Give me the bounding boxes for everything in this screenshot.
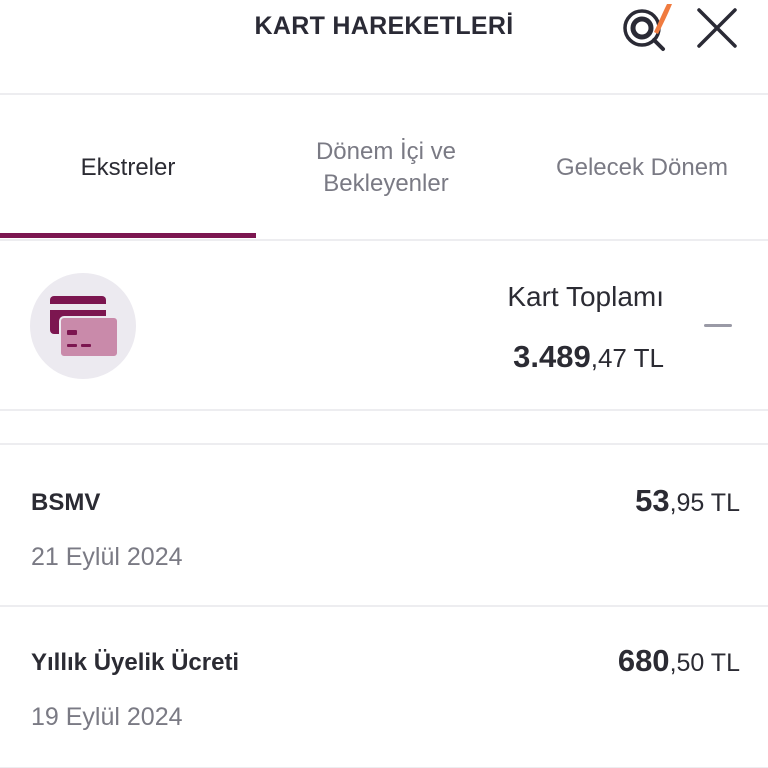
tab-ekstreler[interactable]: Ekstreler bbox=[0, 97, 256, 239]
list-item[interactable]: Yıllık Üyelik Ücreti 19 Eylül 2024 680,5… bbox=[0, 607, 768, 768]
tab-label: Dönem İçi ve Bekleyenler bbox=[316, 136, 456, 200]
tab-label-line1: Dönem İçi ve bbox=[315, 138, 457, 165]
transaction-title: BSMV bbox=[31, 489, 101, 516]
card-total-label: Kart Toplamı bbox=[507, 281, 664, 312]
active-tab-indicator bbox=[0, 233, 256, 238]
amount-integer: 3.489 bbox=[513, 339, 591, 374]
tab-label: Ekstreler bbox=[80, 154, 176, 181]
close-icon bbox=[697, 8, 737, 48]
transaction-title: Yıllık Üyelik Ücreti bbox=[31, 649, 240, 676]
tab-bar: Ekstreler Dönem İçi ve Bekleyenler Gelec… bbox=[0, 97, 768, 241]
amount-decimal: ,95 TL bbox=[669, 489, 740, 517]
header-bar: KART HAREKETLERİ bbox=[0, 0, 768, 95]
transaction-amount: 53,95 TL bbox=[635, 483, 740, 519]
tab-label: Gelecek Dönem bbox=[555, 154, 729, 181]
card-total-panel[interactable]: Kart Toplamı 3.489,47 TL bbox=[0, 243, 768, 411]
search-icon bbox=[623, 4, 672, 51]
tab-gelecek-donem[interactable]: Gelecek Dönem bbox=[516, 97, 768, 239]
amount-integer: 53 bbox=[635, 483, 670, 518]
collapse-button[interactable] bbox=[702, 313, 734, 337]
close-button[interactable] bbox=[694, 5, 740, 51]
section-divider bbox=[0, 413, 768, 445]
amount-decimal: ,50 TL bbox=[669, 649, 740, 677]
search-button[interactable] bbox=[620, 4, 672, 54]
tab-label-line2: Bekleyenler bbox=[323, 170, 449, 197]
card-total-amount: 3.489,47 TL bbox=[513, 339, 664, 375]
transaction-amount: 680,50 TL bbox=[618, 643, 740, 679]
credit-cards-icon bbox=[50, 296, 119, 358]
transaction-list: BSMV 21 Eylül 2024 53,95 TL Yıllık Üyeli… bbox=[0, 447, 768, 768]
amount-decimal: ,47 TL bbox=[590, 343, 664, 373]
avatar bbox=[30, 273, 136, 379]
transaction-date: 21 Eylül 2024 bbox=[31, 543, 183, 571]
transaction-date: 19 Eylül 2024 bbox=[31, 703, 183, 731]
tab-donem-ici[interactable]: Dönem İçi ve Bekleyenler bbox=[256, 97, 516, 239]
list-item[interactable]: BSMV 21 Eylül 2024 53,95 TL bbox=[0, 447, 768, 607]
amount-integer: 680 bbox=[617, 643, 670, 678]
